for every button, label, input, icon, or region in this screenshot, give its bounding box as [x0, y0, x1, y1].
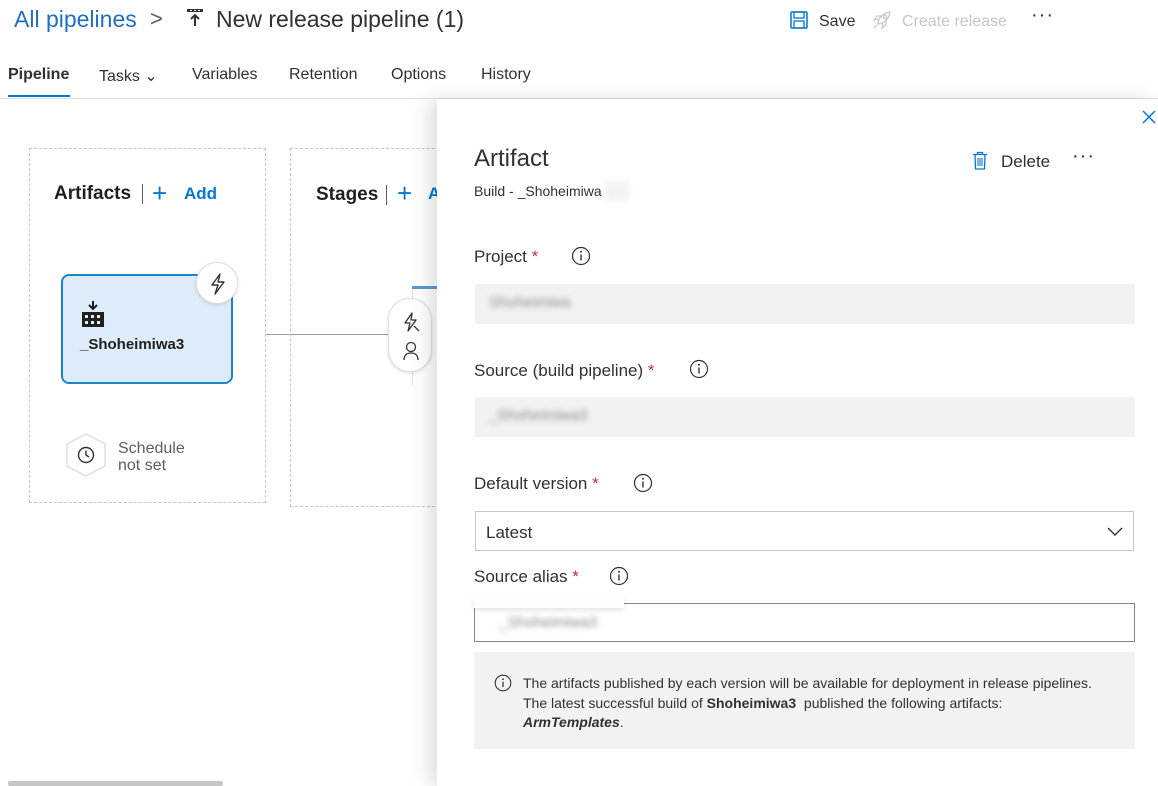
page-header: All pipelines > New release pipeline (1)…: [0, 0, 1158, 44]
panel-more-button[interactable]: ···: [1072, 145, 1095, 168]
tab-tasks[interactable]: Tasks ⌄: [99, 66, 158, 86]
breadcrumb-all-pipelines[interactable]: All pipelines: [14, 6, 137, 33]
subtitle-redaction: [605, 181, 629, 201]
schedule-line-1: Schedule: [118, 440, 185, 457]
source-alias-info-icon[interactable]: [609, 566, 629, 586]
breadcrumb-separator: >: [150, 6, 163, 31]
default-version-label-text: Default version: [474, 474, 588, 493]
schedule-status: Schedule not set: [118, 440, 208, 474]
tab-pipeline[interactable]: Pipeline: [8, 66, 69, 84]
source-alias-required-marker: *: [572, 567, 579, 586]
pre-deployment-conditions[interactable]: [388, 298, 432, 372]
pipeline-title[interactable]: New release pipeline (1): [216, 6, 464, 33]
info-line-2-suffix: published the following artifacts:: [803, 694, 1003, 711]
add-artifact-plus-icon[interactable]: +: [152, 180, 167, 206]
panel-subtitle: Build - _Shoheimiwa: [474, 183, 602, 199]
more-actions-button[interactable]: ···: [1031, 4, 1054, 27]
info-artifact-name: ArmTemplates: [523, 714, 620, 730]
info-line-1: The artifacts published by each version …: [523, 675, 1092, 691]
source-alias-label: Source alias *: [474, 567, 579, 587]
artifacts-title-divider: [142, 184, 143, 204]
project-label: Project *: [474, 247, 538, 267]
schedule-clock-icon: [66, 433, 106, 477]
info-line-2-prefix: The latest successful build of: [523, 694, 703, 711]
tab-retention[interactable]: Retention: [289, 66, 358, 84]
rocket-icon: [872, 11, 891, 30]
tab-bar: Pipeline Tasks ⌄ Variables Retention Opt…: [0, 58, 1158, 98]
trash-icon[interactable]: [972, 151, 988, 170]
info-build-name: Shoheimiwa3: [706, 694, 797, 711]
lightning-icon: [211, 273, 225, 295]
default-version-required-marker: *: [592, 474, 599, 493]
schedule-line-2: not set: [118, 457, 167, 474]
source-info-icon[interactable]: [689, 359, 709, 379]
project-info-icon[interactable]: [571, 246, 591, 266]
close-icon[interactable]: [1142, 110, 1156, 124]
release-pipeline-icon: [187, 9, 203, 26]
info-period: .: [619, 714, 624, 730]
source-field: _Shoheimiwa3: [475, 397, 1135, 437]
tab-variables[interactable]: Variables: [192, 66, 258, 84]
active-tab-indicator: [8, 95, 70, 97]
source-alias-value: _Shoheimiwa3: [499, 614, 598, 631]
info-line-2: The latest successful build of Shoheimiw…: [523, 694, 1092, 714]
info-icon: [494, 674, 512, 692]
project-label-text: Project: [474, 247, 527, 266]
save-button[interactable]: Save: [819, 13, 855, 31]
schedule-trigger-button[interactable]: [64, 432, 108, 478]
project-required-marker: *: [531, 247, 539, 266]
project-field: Shoheimiwa: [475, 284, 1135, 324]
lightning-person-icon: [404, 312, 420, 332]
delete-artifact-button[interactable]: Delete: [1001, 152, 1050, 172]
info-line-3: ArmTemplates.: [523, 713, 1092, 733]
project-value: Shoheimiwa: [489, 294, 571, 311]
alias-tooltip-remnant: [474, 596, 624, 608]
stages-title: Stages: [316, 184, 379, 205]
artifacts-title: Artifacts: [54, 183, 132, 204]
approver-person-icon: [403, 341, 419, 361]
tab-history[interactable]: History: [481, 66, 531, 84]
default-version-value: Latest: [486, 523, 533, 542]
source-alias-input[interactable]: _Shoheimiwa3: [474, 603, 1135, 642]
add-artifact-button[interactable]: Add: [184, 184, 217, 204]
source-value: _Shoheimiwa3: [489, 407, 588, 424]
source-label-text: Source (build pipeline): [474, 361, 644, 380]
artifact-card-name: _Shoheimiwa3: [80, 336, 185, 353]
panel-title: Artifact: [474, 145, 549, 172]
build-artifact-icon: [82, 301, 104, 327]
stages-title-divider: [386, 185, 387, 205]
source-label: Source (build pipeline) *: [474, 361, 655, 381]
default-version-label: Default version *: [474, 474, 599, 494]
add-stage-plus-icon[interactable]: +: [397, 180, 412, 206]
create-release-button[interactable]: Create release: [902, 13, 1007, 31]
artifacts-info-text: The artifacts published by each version …: [523, 674, 1092, 733]
default-version-info-icon[interactable]: [633, 473, 653, 493]
chevron-down-icon: [1107, 527, 1123, 536]
canvas-horizontal-scrollbar[interactable]: [8, 781, 223, 786]
source-required-marker: *: [647, 361, 655, 380]
stage-card-top-edge: [412, 286, 440, 289]
continuous-deployment-trigger-button[interactable]: [196, 262, 238, 304]
save-icon[interactable]: [790, 11, 808, 29]
source-alias-label-text: Source alias: [474, 567, 568, 586]
default-version-dropdown[interactable]: Latest: [475, 511, 1134, 551]
tab-options[interactable]: Options: [391, 66, 446, 84]
